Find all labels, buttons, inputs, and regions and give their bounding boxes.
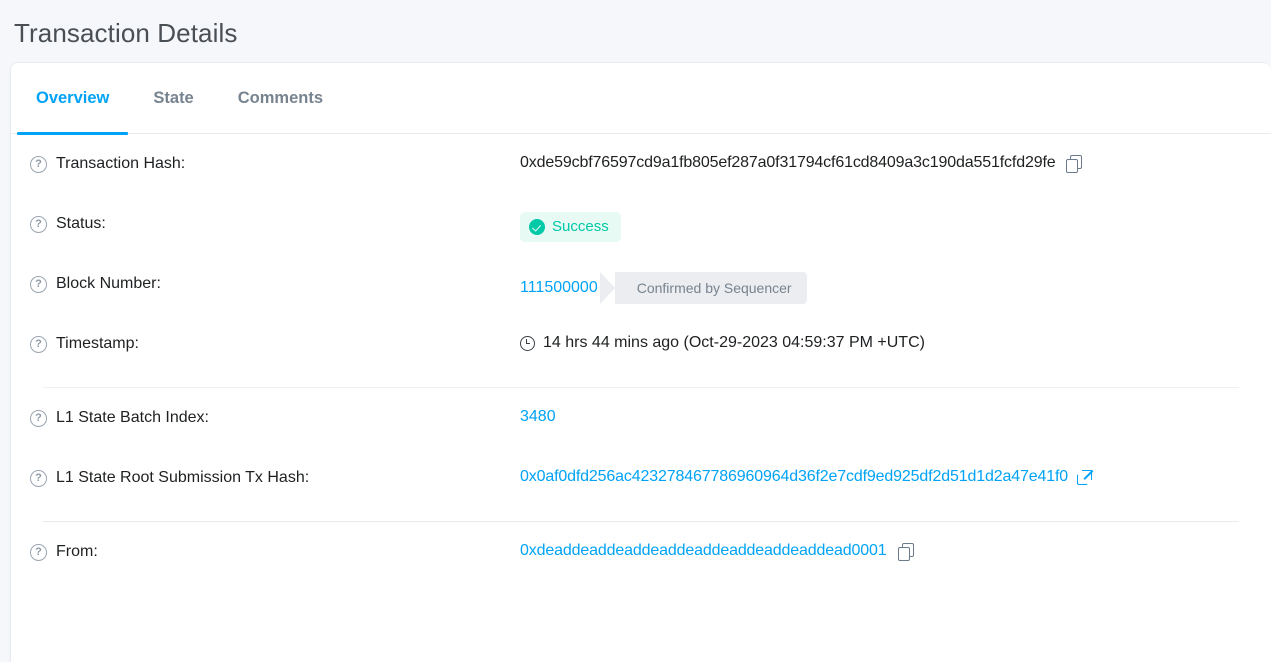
tab-overview[interactable]: Overview (14, 63, 131, 135)
help-icon[interactable]: ? (30, 155, 47, 173)
tab-overview-label: Overview (36, 88, 110, 107)
label-text: Timestamp: (56, 335, 139, 352)
label-text: Block Number: (56, 275, 161, 292)
row-value-l1-state-root-submission-tx-hash: 0x0af0dfd256ac423278467786960964d36f2e7c… (520, 466, 1255, 488)
transaction-hash-value: 0xde59cbf76597cd9a1fb805ef287a0f31794cf6… (520, 154, 1056, 171)
row-transaction-hash: ? Transaction Hash: 0xde59cbf76597cd9a1f… (11, 134, 1271, 194)
row-label-from: ? From: (30, 540, 520, 563)
copy-icon[interactable] (897, 543, 914, 561)
help-icon[interactable]: ? (30, 275, 47, 293)
row-label-status: ? Status: (30, 212, 520, 235)
row-status: ? Status: Success (11, 194, 1271, 254)
detail-rows: ? Transaction Hash: 0xde59cbf76597cd9a1f… (11, 134, 1271, 582)
row-value-timestamp: 14 hrs 44 mins ago (Oct-29-2023 04:59:37… (520, 332, 1255, 354)
tab-bar: Overview State Comments (11, 63, 1271, 135)
tab-comments[interactable]: Comments (216, 63, 345, 134)
page-title: Transaction Details (14, 18, 238, 48)
row-value-block-number: 111500000 Confirmed by Sequencer (520, 272, 1255, 304)
help-icon[interactable]: ? (30, 469, 47, 487)
row-l1-state-root-submission-tx-hash: ? L1 State Root Submission Tx Hash: 0x0a… (11, 448, 1271, 508)
help-icon[interactable]: ? (30, 409, 47, 427)
help-icon[interactable]: ? (30, 335, 47, 353)
status-badge-label: Success (552, 218, 609, 235)
row-value-from: 0xdeaddeaddeaddeaddeaddeaddeaddeaddead00… (520, 540, 1255, 562)
label-text: L1 State Batch Index: (56, 409, 209, 426)
row-label-l1-state-root-submission-tx-hash: ? L1 State Root Submission Tx Hash: (30, 466, 520, 489)
from-address-link[interactable]: 0xdeaddeaddeaddeaddeaddeaddeaddeaddead00… (520, 540, 887, 562)
check-circle-icon (529, 219, 545, 235)
clock-icon (520, 335, 535, 351)
sequencer-confirmation-chip: Confirmed by Sequencer (614, 272, 807, 304)
help-icon[interactable]: ? (30, 215, 47, 233)
label-text: Status: (56, 215, 106, 232)
external-link-arrow (1081, 469, 1092, 480)
block-number-link[interactable]: 111500000 (520, 277, 598, 299)
tab-state-label: State (153, 88, 194, 107)
status-badge: Success (520, 212, 621, 242)
row-from: ? From: 0xdeaddeaddeaddeaddeaddeaddeadde… (11, 522, 1271, 582)
row-l1-state-batch-index: ? L1 State Batch Index: 3480 (11, 388, 1271, 448)
row-label-block-number: ? Block Number: (30, 272, 520, 295)
row-label-l1-state-batch-index: ? L1 State Batch Index: (30, 406, 520, 429)
l1-state-root-submission-tx-hash-link[interactable]: 0x0af0dfd256ac423278467786960964d36f2e7c… (520, 466, 1068, 488)
row-value-l1-state-batch-index: 3480 (520, 406, 1255, 428)
row-label-transaction-hash: ? Transaction Hash: (30, 152, 520, 175)
external-link-icon[interactable] (1076, 469, 1092, 485)
row-timestamp: ? Timestamp: 14 hrs 44 mins ago (Oct-29-… (11, 314, 1271, 374)
label-text: L1 State Root Submission Tx Hash: (56, 469, 310, 486)
l1-state-batch-index-link[interactable]: 3480 (520, 406, 556, 428)
row-label-timestamp: ? Timestamp: (30, 332, 520, 355)
tab-state[interactable]: State (131, 63, 215, 134)
copy-icon[interactable] (1066, 155, 1083, 173)
row-block-number: ? Block Number: 111500000 Confirmed by S… (11, 254, 1271, 314)
tab-comments-label: Comments (237, 88, 324, 107)
label-text: Transaction Hash: (56, 155, 186, 172)
help-icon[interactable]: ? (30, 543, 47, 561)
row-value-status: Success (520, 212, 1255, 242)
row-value-transaction-hash: 0xde59cbf76597cd9a1fb805ef287a0f31794cf6… (520, 152, 1255, 174)
label-text: From: (56, 543, 98, 560)
timestamp-value: 14 hrs 44 mins ago (Oct-29-2023 04:59:37… (543, 334, 925, 351)
transaction-details-card: Overview State Comments ? Transaction Ha… (10, 62, 1271, 662)
